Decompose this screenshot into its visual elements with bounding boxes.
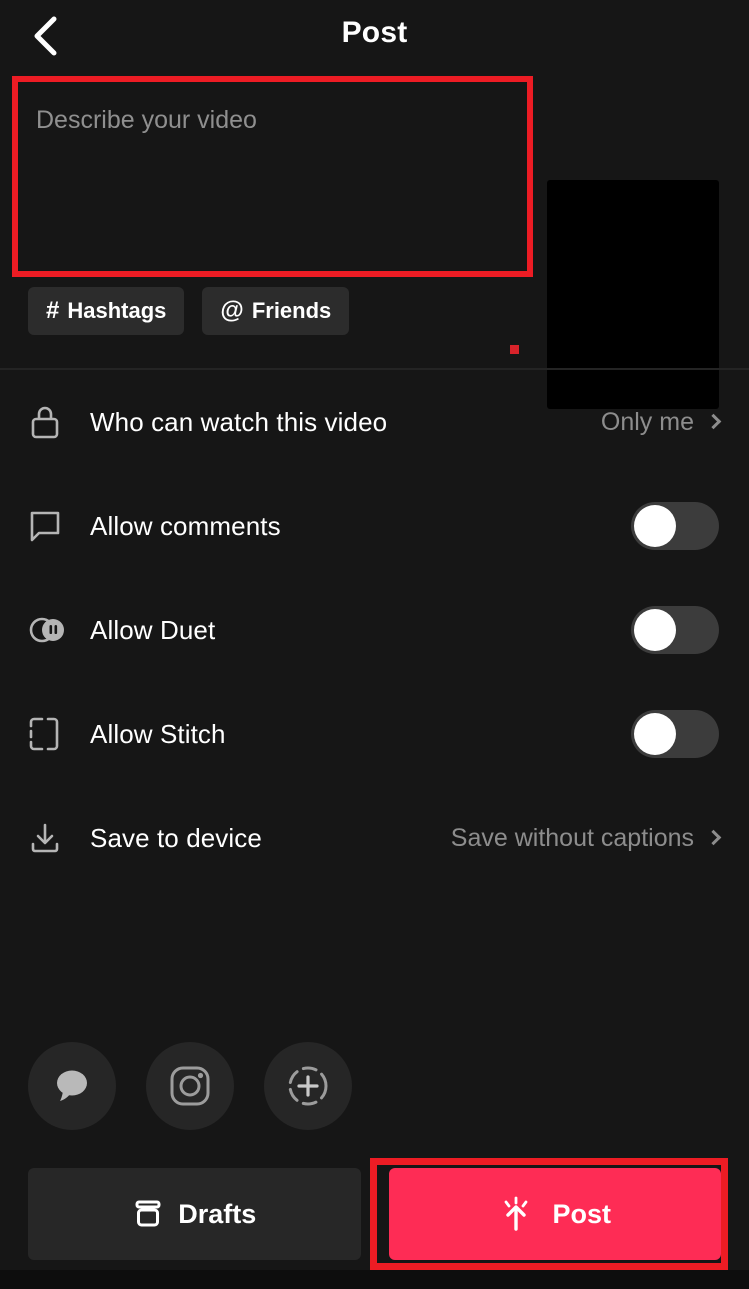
allow-duet-toggle[interactable] (631, 606, 719, 654)
post-arrow-sparkle-icon (505, 1196, 528, 1231)
share-options-row (28, 1042, 352, 1130)
friends-chip-label: Friends (251, 298, 332, 323)
hashtags-chip-label: Hashtags (67, 298, 167, 323)
save-to-device-value: Save without captions (450, 823, 694, 852)
chat-bubble-icon (57, 1070, 87, 1101)
share-instagram-button[interactable] (146, 1042, 234, 1130)
instagram-story-icon (288, 1066, 328, 1106)
lock-icon (28, 403, 74, 441)
who-can-watch-row[interactable]: Who can watch this video Only me (0, 370, 749, 474)
save-to-device-row[interactable]: Save to device Save without captions (0, 786, 749, 890)
drafts-button-label: Drafts (178, 1198, 257, 1229)
allow-comments-row[interactable]: Allow comments (0, 474, 749, 578)
allow-duet-label: Allow Duet (90, 614, 216, 645)
chevron-right-icon (705, 413, 722, 429)
bottom-action-bar: Drafts Post (0, 1168, 749, 1260)
save-to-device-value-wrap[interactable]: Save without captions (450, 823, 722, 853)
share-messages-button[interactable] (28, 1042, 116, 1130)
thumbnail-indicator-dot (510, 345, 519, 354)
archive-box-icon (135, 1200, 161, 1227)
who-can-watch-value-wrap[interactable]: Only me (600, 407, 722, 437)
drafts-button[interactable]: Drafts (28, 1168, 361, 1260)
caption-input[interactable]: Describe your video (18, 82, 522, 272)
stitch-icon (28, 716, 74, 752)
who-can-watch-label: Who can watch this video (90, 406, 388, 437)
settings-list: Who can watch this video Only me Allow c… (0, 370, 749, 890)
download-icon (28, 821, 74, 855)
header-bar: Post (0, 0, 749, 72)
allow-stitch-toggle[interactable] (631, 710, 719, 758)
toggle-knob (634, 713, 676, 755)
post-button[interactable]: Post (388, 1168, 721, 1260)
bottom-safe-area (0, 1270, 749, 1289)
page-title: Post (341, 16, 408, 49)
instagram-icon (170, 1066, 210, 1106)
share-instagram-story-button[interactable] (264, 1042, 352, 1130)
allow-stitch-row[interactable]: Allow Stitch (0, 682, 749, 786)
post-screen: Post Describe your video # Hashtags @ Fr… (0, 0, 749, 1289)
allow-duet-row[interactable]: Allow Duet (0, 578, 749, 682)
toggle-knob (634, 609, 676, 651)
caption-chips: # Hashtags @ Friends (28, 287, 350, 335)
chevron-right-icon (705, 829, 722, 845)
at-mention-icon: @ (220, 297, 244, 324)
duet-icon (28, 615, 74, 645)
hashtag-icon: # (46, 297, 60, 324)
who-can-watch-value: Only me (600, 407, 694, 436)
allow-stitch-label: Allow Stitch (90, 718, 226, 749)
allow-comments-label: Allow comments (90, 510, 281, 541)
post-button-label: Post (552, 1198, 611, 1229)
save-to-device-label: Save to device (90, 822, 262, 853)
caption-placeholder: Describe your video (36, 106, 257, 134)
caption-section: Describe your video # Hashtags @ Friends (0, 72, 749, 409)
comment-bubble-icon (28, 509, 74, 543)
friends-chip[interactable]: @ Friends (202, 287, 350, 335)
toggle-knob (634, 505, 676, 547)
allow-comments-toggle[interactable] (631, 502, 719, 550)
hashtags-chip[interactable]: # Hashtags (28, 287, 185, 335)
